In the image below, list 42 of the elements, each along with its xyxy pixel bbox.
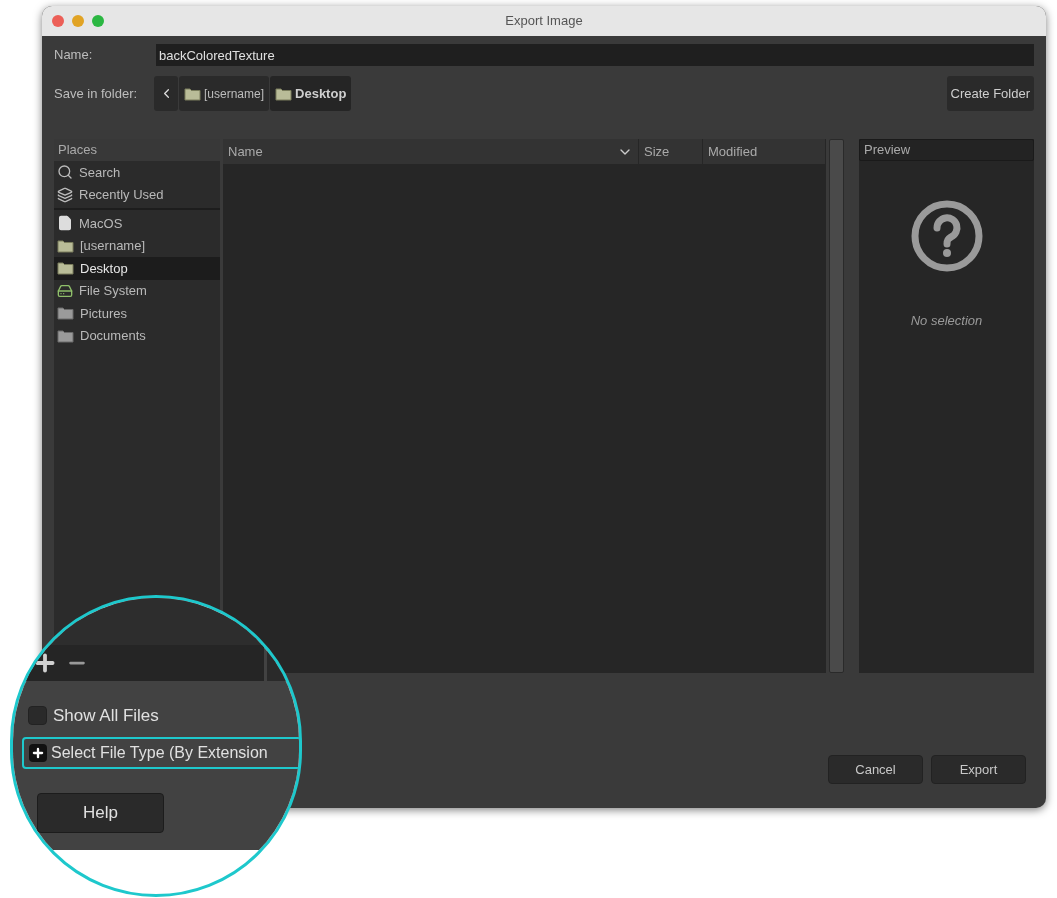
places-header: Places: [54, 139, 220, 161]
path-button[interactable]: Desktop: [270, 76, 352, 111]
column-header[interactable]: Modified: [703, 139, 826, 164]
save-in-folder-label: Save in folder:: [54, 84, 139, 103]
path-button[interactable]: [username]: [179, 76, 270, 111]
place-item[interactable]: [username]: [54, 234, 220, 257]
folder-icon: [57, 306, 74, 321]
folder-icon: [184, 86, 201, 101]
search-icon: [57, 164, 73, 181]
folder-icon: [57, 261, 74, 276]
preview-header: Preview: [859, 139, 1034, 161]
drive-icon: [57, 282, 73, 299]
folder-icon: [57, 238, 74, 253]
help-button[interactable]: Help: [37, 792, 164, 833]
column-header[interactable]: Name: [223, 139, 639, 164]
close-button[interactable]: [52, 15, 64, 27]
window-title: Export Image: [505, 12, 583, 31]
name-label: Name:: [54, 46, 94, 65]
column-header[interactable]: Size: [639, 139, 703, 164]
minimize-button[interactable]: [72, 15, 84, 27]
show-all-files-label: Show All Files: [53, 705, 159, 727]
place-item[interactable]: Pictures: [54, 302, 220, 325]
place-item[interactable]: Search: [54, 161, 220, 184]
folder-icon: [275, 86, 293, 101]
no-selection-text: No selection: [910, 312, 983, 330]
name-field[interactable]: backColoredTexture: [156, 44, 1034, 66]
folder-icon: [57, 328, 74, 343]
stack-icon: [57, 186, 73, 203]
file-icon: [57, 215, 73, 232]
checkbox[interactable]: [28, 706, 47, 726]
place-item[interactable]: Recently Used: [54, 183, 220, 206]
place-item[interactable]: MacOS: [54, 212, 220, 235]
create-folder-button[interactable]: Create Folder: [946, 76, 1034, 111]
back-button[interactable]: [154, 76, 178, 111]
select-file-type-expander[interactable]: Select File Type (By Extension: [22, 736, 299, 769]
place-item[interactable]: Desktop: [54, 257, 220, 280]
question-mark-icon: [909, 199, 984, 273]
dialog-button[interactable]: Cancel: [828, 755, 923, 784]
dialog-button[interactable]: Export: [931, 755, 1026, 784]
zoom-button[interactable]: [92, 15, 104, 27]
place-item[interactable]: Documents: [54, 324, 220, 347]
place-item[interactable]: File System: [54, 279, 220, 302]
